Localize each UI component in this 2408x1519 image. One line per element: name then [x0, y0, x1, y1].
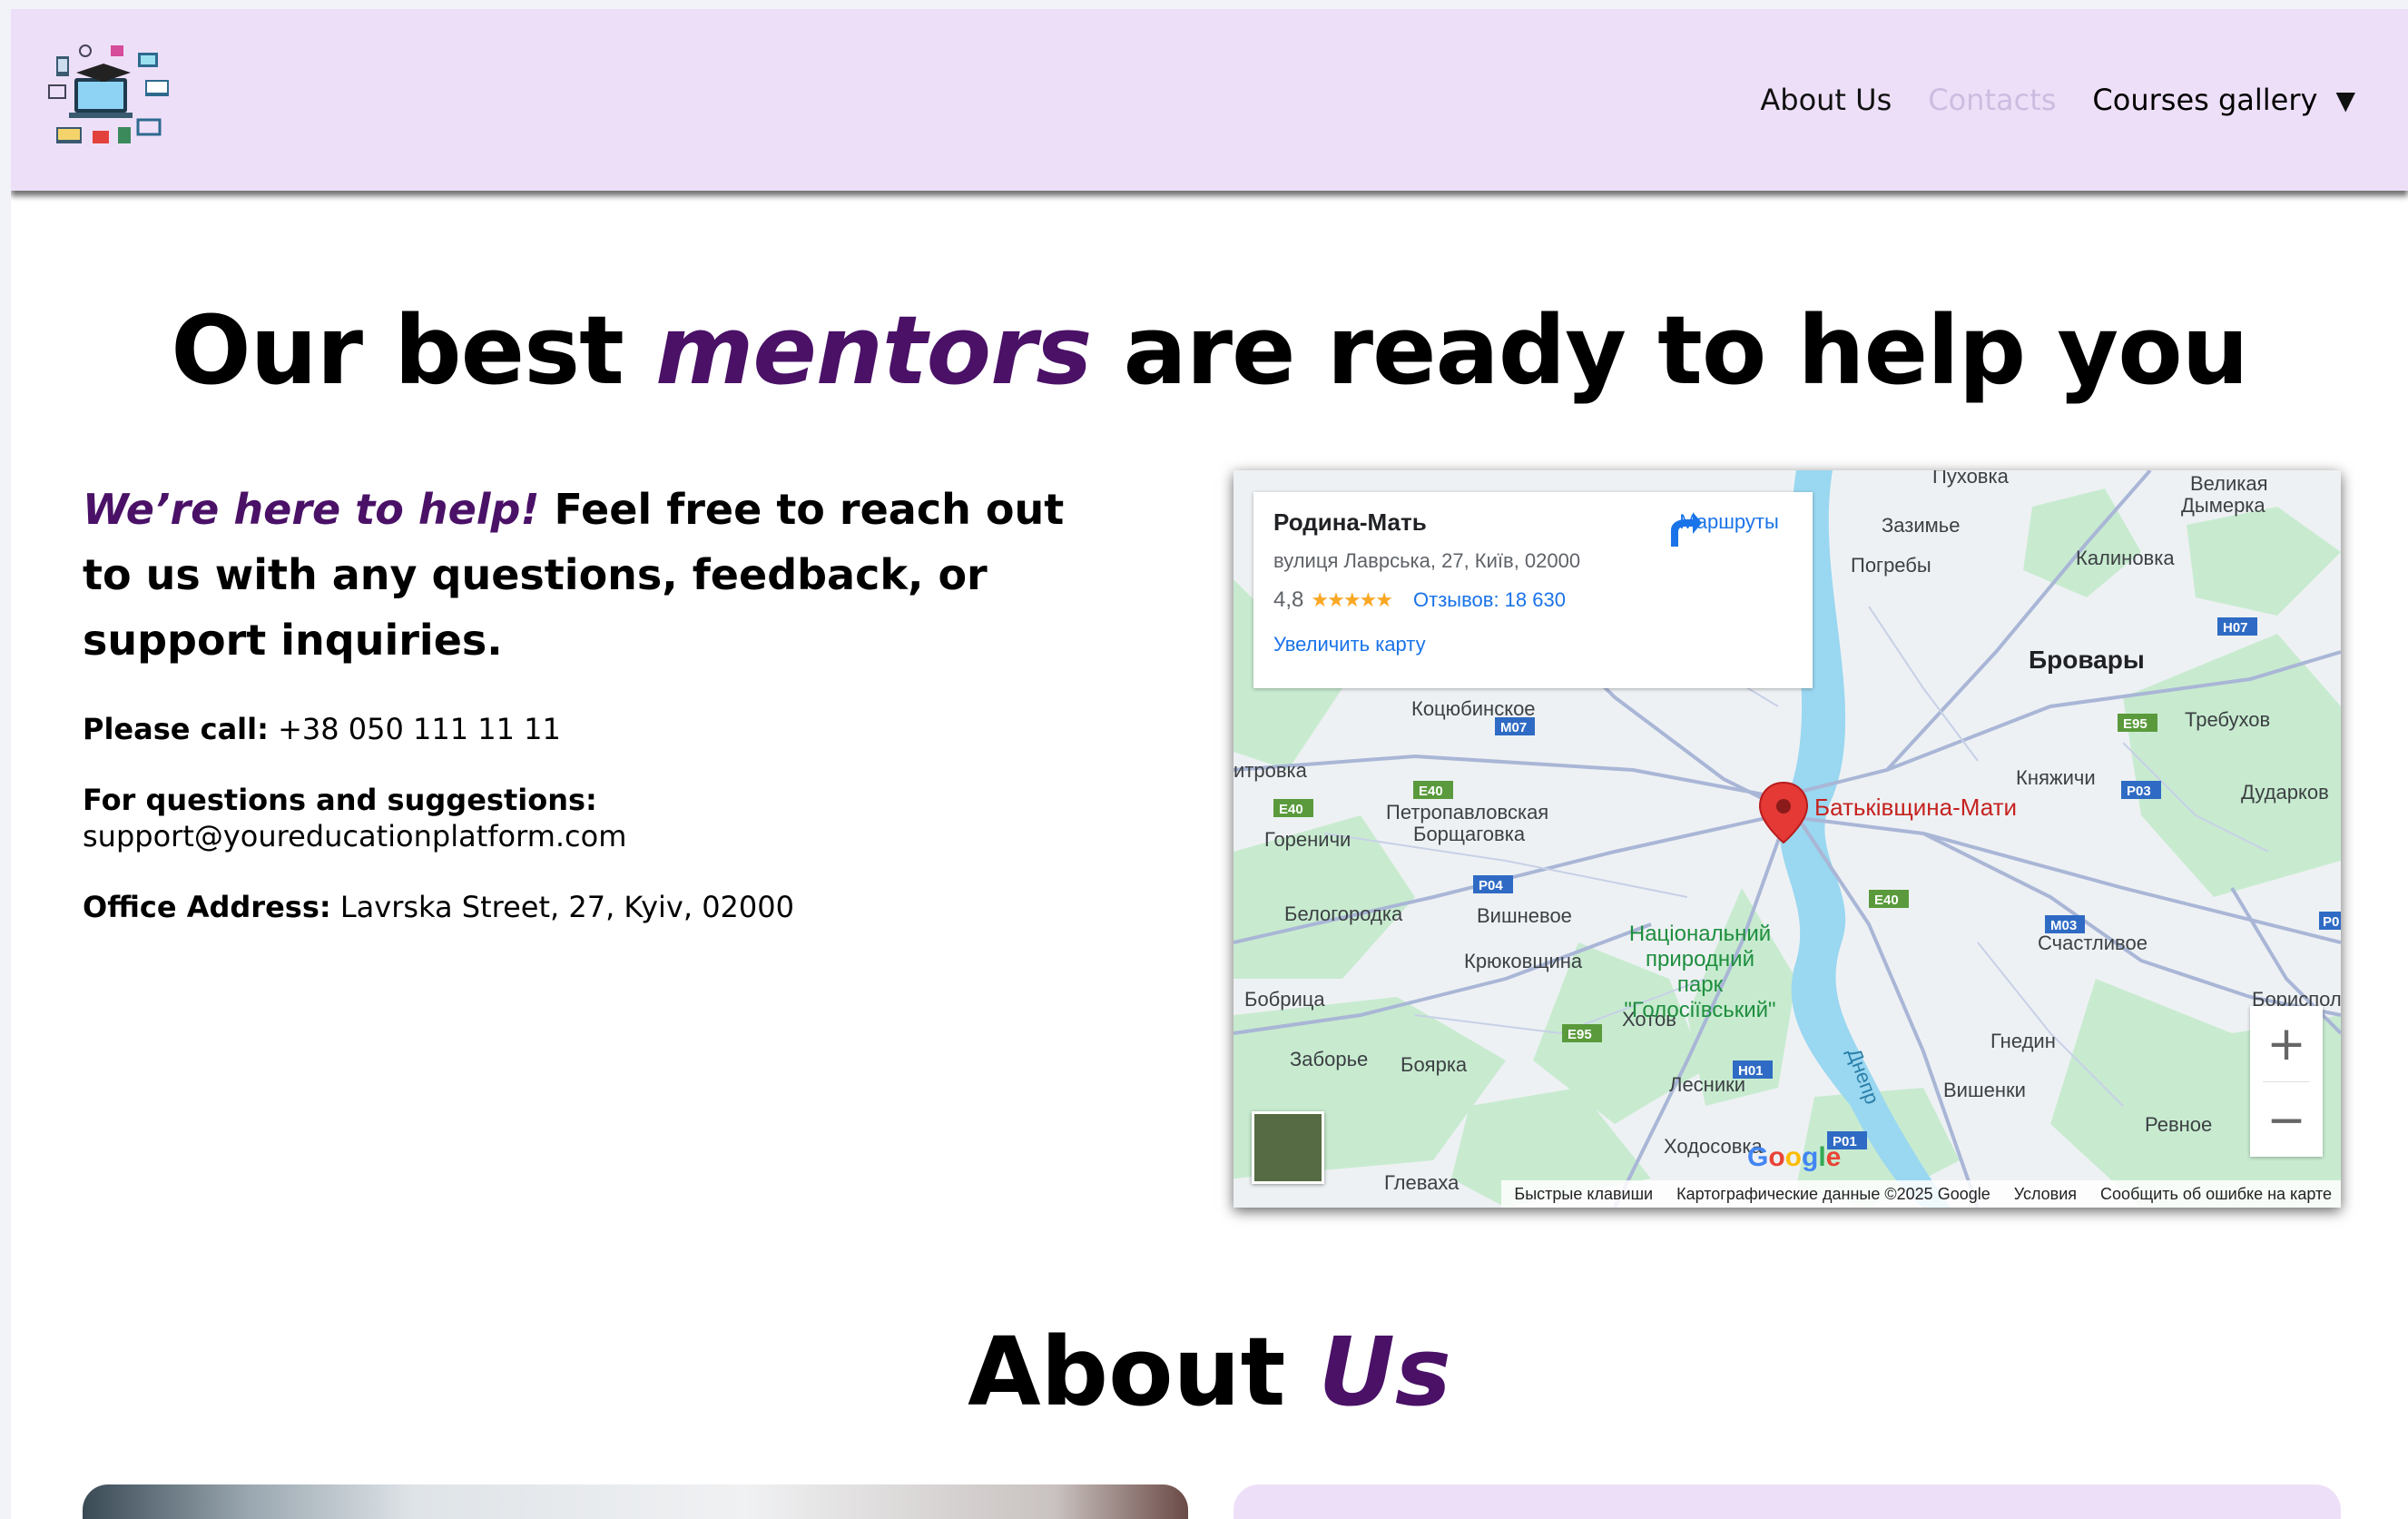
label-kalinovka: Калиновка	[2076, 547, 2175, 569]
zoom-out-button[interactable]: −	[2250, 1082, 2323, 1158]
label-dudarkov: Дударков	[2241, 781, 2329, 804]
rating-stars-icon: ★★★★★	[1311, 588, 1393, 611]
map-place-card: Родина-Мать вулиця Лаврська, 27, Київ, 0…	[1253, 492, 1813, 688]
label-petropavlovskaya: Петропавловская	[1386, 801, 1548, 824]
road-p03: P03	[2127, 784, 2151, 799]
park-label-line3: парк	[1677, 972, 1724, 997]
site-header: About Us Contacts Courses gallery ▼	[11, 9, 2408, 191]
enlarge-map-link[interactable]: Увеличить карту	[1273, 633, 1793, 656]
label-kryukovschina: Крюковщина	[1464, 950, 1583, 972]
label-vishnevoe: Вишневое	[1477, 904, 1572, 927]
label-zaborye: Заборье	[1290, 1048, 1368, 1070]
park-label-line2: природний	[1646, 947, 1754, 972]
label-knyazhichi: Княжичи	[2016, 766, 2096, 789]
zoom-controls: + −	[2250, 1006, 2323, 1157]
contact-lead: We’re here to help! Feel free to reach o…	[83, 477, 1117, 673]
about-text-card	[1233, 1484, 2341, 1519]
hero-title-post: are ready to help you	[1091, 295, 2249, 406]
contact-section: We’re here to help! Feel free to reach o…	[83, 477, 1117, 960]
road-h07: H07	[2223, 620, 2248, 636]
phone-line: Please call: +38 050 111 11 11	[83, 711, 1117, 747]
road-p0: P0	[2323, 914, 2339, 930]
email-label: For questions and suggestions:	[83, 783, 597, 817]
road-e40-c: E40	[1874, 893, 1899, 908]
hero-title-pre: Our best	[171, 295, 656, 406]
label-belogorodka: Белогородка	[1284, 903, 1403, 925]
zoom-in-button[interactable]: +	[2250, 1006, 2323, 1081]
place-reviews-link[interactable]: Отзывов: 18 630	[1413, 588, 1566, 612]
email-value[interactable]: support@youreducationplatform.com	[83, 819, 626, 853]
label-puhovka: Пуховка	[1932, 470, 2010, 488]
about-image-card	[83, 1484, 1188, 1519]
road-e40-b: E40	[1279, 802, 1303, 817]
label-trebuhov: Требухов	[2185, 708, 2270, 731]
google-map[interactable]: M07 E40 E40 P04 E95 H01 P01 E40 M03 E95 …	[1233, 470, 2341, 1208]
satellite-layer-toggle[interactable]	[1252, 1111, 1324, 1184]
address-value: Lavrska Street, 27, Kyiv, 02000	[330, 890, 794, 924]
address-line: Office Address: Lavrska Street, 27, Kyiv…	[83, 889, 1117, 925]
park-label-line4: "Голосіївський"	[1624, 998, 1775, 1022]
nav-courses-gallery-dropdown[interactable]: Courses gallery ▼	[2092, 83, 2355, 117]
label-zazimye: Зазимье	[1882, 514, 1960, 537]
label-gorenichi: Гореничи	[1264, 828, 1351, 851]
keyboard-shortcuts-link[interactable]: Быстрые клавиши	[1514, 1185, 1653, 1204]
label-pogreby: Погребы	[1851, 554, 1931, 577]
nav-courses-gallery-label: Courses gallery	[2092, 83, 2318, 117]
phone-value[interactable]: +38 050 111 11 11	[269, 712, 561, 746]
label-gnedin: Гнедин	[1990, 1030, 2056, 1052]
education-logo-icon[interactable]	[47, 44, 183, 162]
place-rating-row: 4,8 ★★★★★ Отзывов: 18 630	[1273, 587, 1793, 613]
label-borschagovka: Борщаговка	[1413, 823, 1526, 845]
label-vishenki: Вишенки	[1943, 1079, 2026, 1101]
terms-link[interactable]: Условия	[2014, 1185, 2077, 1204]
road-m07: M07	[1500, 720, 1527, 735]
label-glevaha: Глеваха	[1384, 1171, 1460, 1194]
about-title: About Us	[11, 1317, 2408, 1427]
label-brovary: Бровары	[2029, 646, 2145, 674]
road-e40-a: E40	[1419, 784, 1443, 799]
contact-lead-emphasis: We’re here to help!	[83, 485, 540, 534]
park-label-line1: Національний	[1629, 922, 1771, 946]
label-lesniki: Лесники	[1669, 1073, 1745, 1096]
label-rivne: Ревное	[2145, 1113, 2212, 1136]
label-dmitrovka: итровка	[1233, 759, 1308, 782]
nav-contacts[interactable]: Contacts	[1928, 83, 2056, 117]
nav-about-us[interactable]: About Us	[1760, 83, 1892, 117]
place-rating: 4,8	[1273, 587, 1304, 612]
label-dymerka: Дымерка	[2181, 494, 2265, 517]
address-label: Office Address:	[83, 890, 331, 924]
map-data-credit: Картографические данные ©2025 Google	[1676, 1184, 1990, 1203]
main-nav: About Us Contacts Courses gallery ▼	[1760, 9, 2355, 191]
label-boyarka: Боярка	[1401, 1053, 1468, 1076]
road-e95-a: E95	[1568, 1027, 1592, 1042]
label-schastlivoe: Счастливое	[2038, 932, 2148, 954]
email-line: For questions and suggestions: support@y…	[83, 782, 1117, 854]
caret-down-icon: ▼	[2335, 84, 2355, 115]
label-velikaya: Великая	[2190, 472, 2268, 495]
report-error-link[interactable]: Сообщить об ошибке на карте	[2100, 1185, 2332, 1204]
phone-label: Please call:	[83, 712, 269, 746]
contact-info: Please call: +38 050 111 11 11 For quest…	[83, 711, 1117, 925]
place-address: вулиця Лаврська, 27, Київ, 02000	[1273, 549, 1581, 572]
label-kotsyubinskoe: Коцюбинское	[1411, 697, 1536, 720]
google-logo: Google	[1747, 1142, 1842, 1172]
road-p04: P04	[1479, 878, 1503, 893]
about-title-emphasis: Us	[1318, 1317, 1451, 1427]
road-e95-b: E95	[2123, 716, 2148, 732]
hero-title: Our best mentors are ready to help you	[11, 295, 2408, 406]
marker-label[interactable]: Батьківщина-Мати	[1814, 794, 2017, 821]
map-attribution: Быстрые клавиши Картографические данные …	[1501, 1180, 2341, 1208]
label-bobritsa: Бобрица	[1244, 988, 1325, 1011]
page: About Us Contacts Courses gallery ▼ Our …	[11, 9, 2408, 1519]
hero-title-emphasis: mentors	[655, 295, 1092, 406]
directions-button[interactable]: Маршруты	[1666, 510, 1793, 547]
about-title-pre: About	[968, 1317, 1319, 1427]
